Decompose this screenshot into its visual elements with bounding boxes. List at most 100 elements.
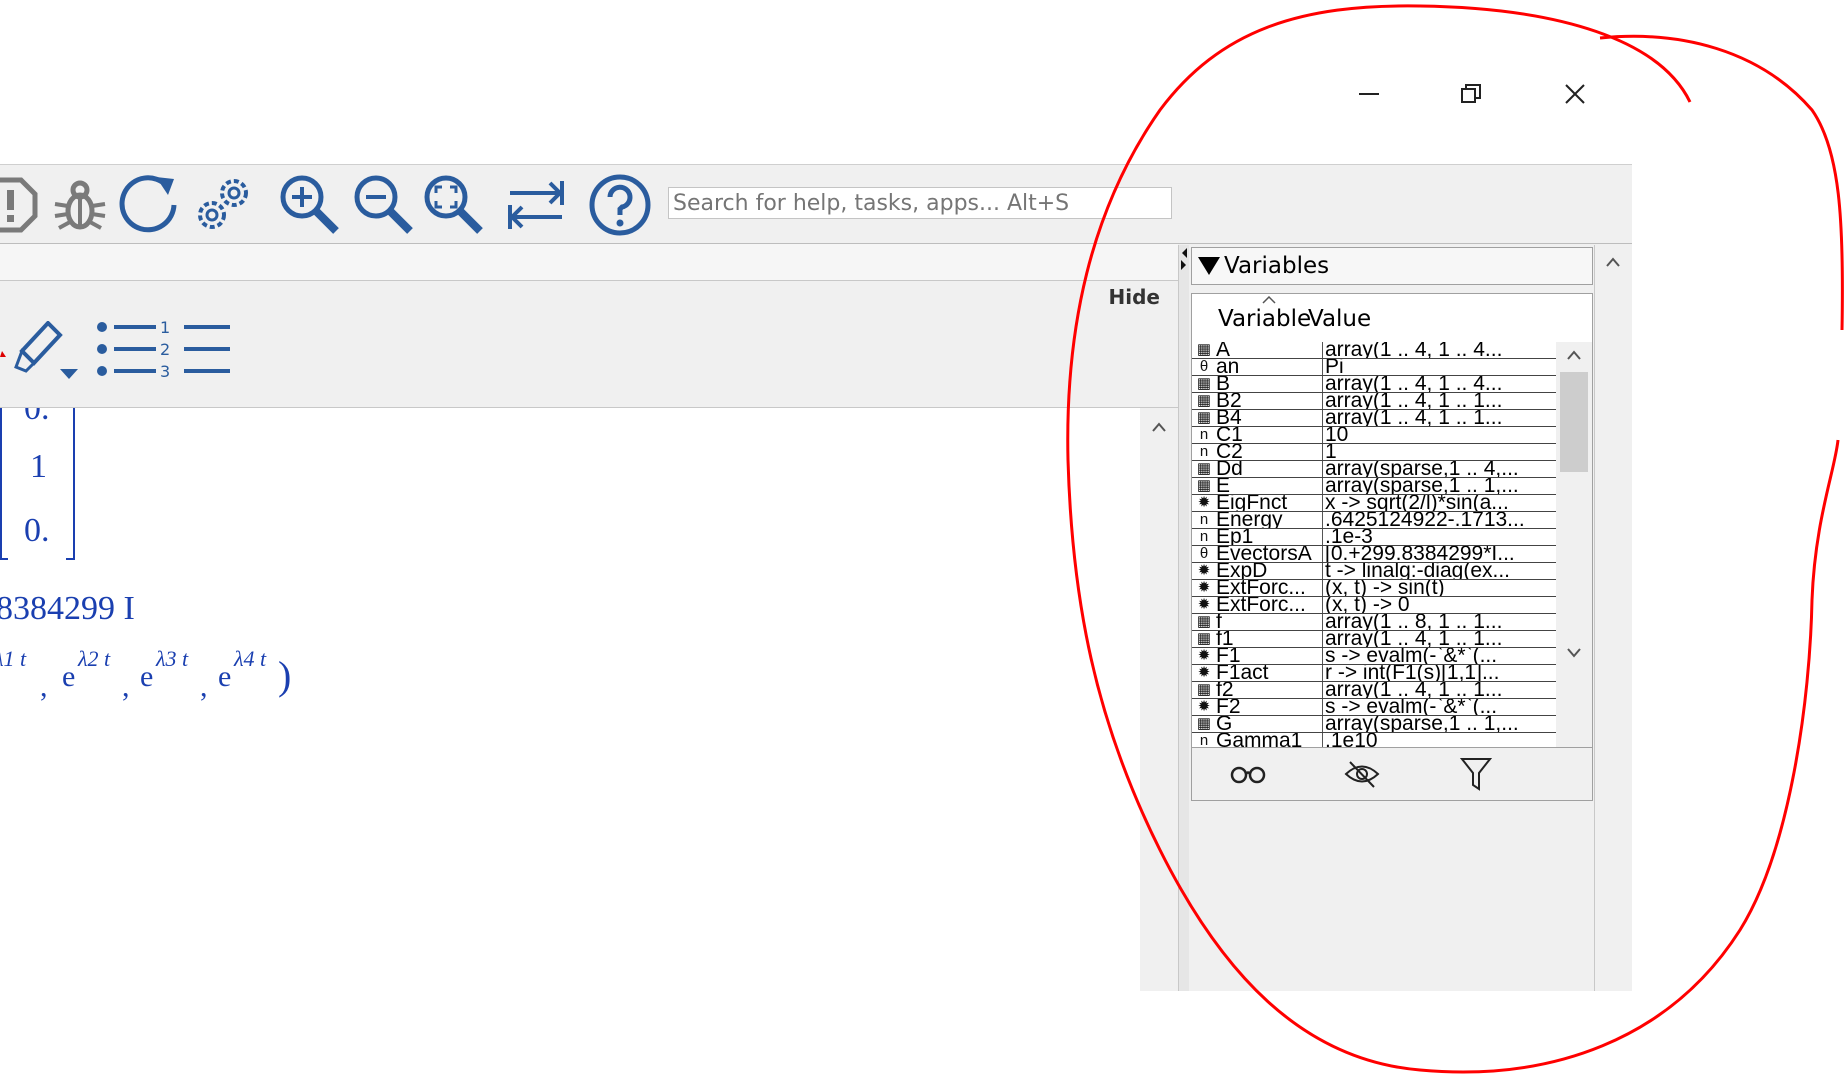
- variable-row[interactable]: ▦ B2 array(1 .. 4, 1 .. 1...: [1192, 393, 1556, 410]
- variable-row[interactable]: ▦ f2 array(1 .. 4, 1 .. 1...: [1192, 682, 1556, 699]
- variable-name: B4: [1216, 410, 1323, 426]
- variable-row[interactable]: n C2 1: [1192, 444, 1556, 461]
- variables-section-header[interactable]: Variables: [1191, 247, 1593, 285]
- alert-button[interactable]: [0, 173, 42, 237]
- swap-button[interactable]: [504, 173, 568, 237]
- procedure-icon: ✹: [1197, 562, 1211, 579]
- variable-row[interactable]: ▦ f array(1 .. 8, 1 .. 1...: [1192, 614, 1556, 631]
- collapse-arrows-icon[interactable]: [1180, 247, 1188, 271]
- matrix-icon: ▦: [1196, 341, 1212, 358]
- column-header-variable[interactable]: Variable: [1218, 306, 1311, 332]
- matrix-icon: ▦: [1196, 460, 1212, 477]
- variable-value: array(sparse,1 .. 1,...: [1325, 478, 1519, 494]
- variable-name: Ep1: [1216, 529, 1323, 545]
- variable-row[interactable]: n C1 10: [1192, 427, 1556, 444]
- variable-name: E: [1216, 478, 1323, 494]
- close-button[interactable]: [1551, 70, 1599, 118]
- variable-value: 1: [1325, 444, 1337, 460]
- panel-scrollbar[interactable]: [1594, 245, 1631, 991]
- variable-row[interactable]: ✹ EigFnct x -> sqrt(2/l)*sin(a...: [1192, 495, 1556, 512]
- restore-button[interactable]: [1447, 70, 1495, 118]
- matrix-icon: ▦: [1196, 477, 1212, 494]
- variable-row[interactable]: n Ep1.1e-3: [1192, 529, 1556, 546]
- search-input[interactable]: [668, 187, 1172, 219]
- number-icon: n: [1199, 528, 1209, 545]
- matrix-left-bracket-foot: [0, 558, 8, 560]
- matrix-entry: 0.: [24, 512, 50, 549]
- variable-name: ExtForc...: [1216, 580, 1323, 596]
- theta-icon: θ: [1199, 358, 1209, 375]
- zoom-out-button[interactable]: [352, 173, 416, 237]
- document-scrollbar[interactable]: [1140, 408, 1178, 991]
- debug-button[interactable]: [48, 173, 112, 237]
- variable-row[interactable]: ▦ Aarray(1 .. 4, 1 .. 4...: [1192, 342, 1556, 359]
- matrix-icon: ▦: [1196, 715, 1212, 732]
- scroll-thumb[interactable]: [1560, 372, 1588, 472]
- highlighter-icon[interactable]: [0, 321, 80, 381]
- hide-palette-button[interactable]: Hide: [1109, 285, 1160, 309]
- scroll-down-icon[interactable]: [1567, 648, 1581, 658]
- scroll-up-icon[interactable]: [1152, 422, 1166, 432]
- variable-row[interactable]: θ EvectorsA [0.+299.8384299*I...: [1192, 546, 1556, 563]
- variable-row[interactable]: ✹ ExtForc... (x, t) -> 0: [1192, 597, 1556, 614]
- minimize-button[interactable]: [1345, 70, 1393, 118]
- procedure-icon: ✹: [1197, 647, 1211, 664]
- variable-row[interactable]: ▦ Barray(1 .. 4, 1 .. 4...: [1192, 376, 1556, 393]
- number-icon: n: [1199, 426, 1209, 443]
- variable-row[interactable]: ✹ F1act r -> int(F1(s)[1,1]...: [1192, 665, 1556, 682]
- hide-variables-button[interactable]: [1342, 756, 1382, 792]
- watch-button[interactable]: [1228, 756, 1268, 792]
- variable-name: EigFnct: [1216, 495, 1323, 511]
- matrix-icon: ▦: [1196, 630, 1212, 647]
- column-header-value[interactable]: Value: [1308, 306, 1371, 332]
- svg-text:2: 2: [160, 340, 170, 359]
- help-button[interactable]: [588, 173, 652, 237]
- application-window: Hide 1 2 3 0. 1 0. 8384299 I λ1 t ,: [0, 164, 1632, 991]
- variable-value: array(sparse,1 .. 4,...: [1325, 461, 1519, 477]
- exp-base: e: [62, 660, 76, 693]
- variable-row[interactable]: ▦ Dd array(sparse,1 .. 4,...: [1192, 461, 1556, 478]
- variable-row[interactable]: θ an Pi: [1192, 359, 1556, 376]
- context-strip: [0, 244, 1178, 281]
- bullet-list-icon[interactable]: [182, 319, 232, 383]
- variable-row[interactable]: ▦ B4 array(1 .. 4, 1 .. 1...: [1192, 410, 1556, 427]
- variable-value: x -> sqrt(2/l)*sin(a...: [1325, 495, 1509, 511]
- variable-name: an: [1216, 359, 1323, 375]
- table-scrollbar[interactable]: [1556, 342, 1592, 747]
- variable-row[interactable]: n Energy .6425124922-.1713...: [1192, 512, 1556, 529]
- zoom-fit-button[interactable]: [422, 173, 486, 237]
- context-panel: Variables Variable Value ▦ Aarray(1 .. 4,…: [1189, 245, 1631, 991]
- variables-table: Variable Value ▦ Aarray(1 .. 4, 1 .. 4...…: [1191, 293, 1593, 748]
- variable-row[interactable]: ✹ F1 s -> evalm(-`&*`(...: [1192, 648, 1556, 665]
- exponent: λ3 t: [156, 646, 189, 671]
- restart-button[interactable]: [118, 173, 182, 237]
- main-toolbar: [0, 165, 1632, 244]
- collapse-triangle-icon: [1198, 257, 1220, 275]
- variable-row[interactable]: ✹ ExtForc... (x, t) -> sin(t): [1192, 580, 1556, 597]
- worksheet-document[interactable]: 0. 1 0. 8384299 I λ1 t , e λ2 t , e λ3 t…: [0, 408, 1140, 991]
- matrix-icon: ▦: [1196, 392, 1212, 409]
- zoom-fit-icon: [424, 175, 483, 234]
- variable-value: array(1 .. 4, 1 .. 4...: [1325, 376, 1503, 392]
- filter-icon: [1460, 758, 1492, 791]
- scroll-up-icon[interactable]: [1567, 350, 1581, 360]
- variable-row[interactable]: ▦ Earray(sparse,1 .. 1,...: [1192, 478, 1556, 495]
- variable-row[interactable]: ▦ f1 array(1 .. 4, 1 .. 1...: [1192, 631, 1556, 648]
- exp-base: e: [218, 660, 232, 693]
- procedure-icon: ✹: [1197, 664, 1211, 681]
- variable-row[interactable]: n Gamma1.1e10: [1192, 733, 1556, 747]
- variable-name: Dd: [1216, 461, 1323, 477]
- procedure-icon: ✹: [1197, 494, 1211, 511]
- variable-row[interactable]: ✹ F2 s -> evalm(-`&*`(...: [1192, 699, 1556, 716]
- zoom-in-button[interactable]: [278, 173, 342, 237]
- variable-row[interactable]: ✹ ExpD t -> linalg:-diag(ex...: [1192, 563, 1556, 580]
- help-icon: [589, 174, 651, 236]
- numbered-list-icon[interactable]: 1 2 3: [96, 319, 180, 383]
- scroll-up-icon[interactable]: [1606, 257, 1620, 267]
- settings-button[interactable]: [190, 173, 254, 237]
- svg-text:1: 1: [160, 319, 170, 337]
- variable-row[interactable]: ▦ Garray(sparse,1 .. 1,...: [1192, 716, 1556, 733]
- variables-title: Variables: [1224, 253, 1330, 279]
- filter-button[interactable]: [1456, 756, 1496, 792]
- variable-value: s -> evalm(-`&*`(...: [1325, 699, 1498, 715]
